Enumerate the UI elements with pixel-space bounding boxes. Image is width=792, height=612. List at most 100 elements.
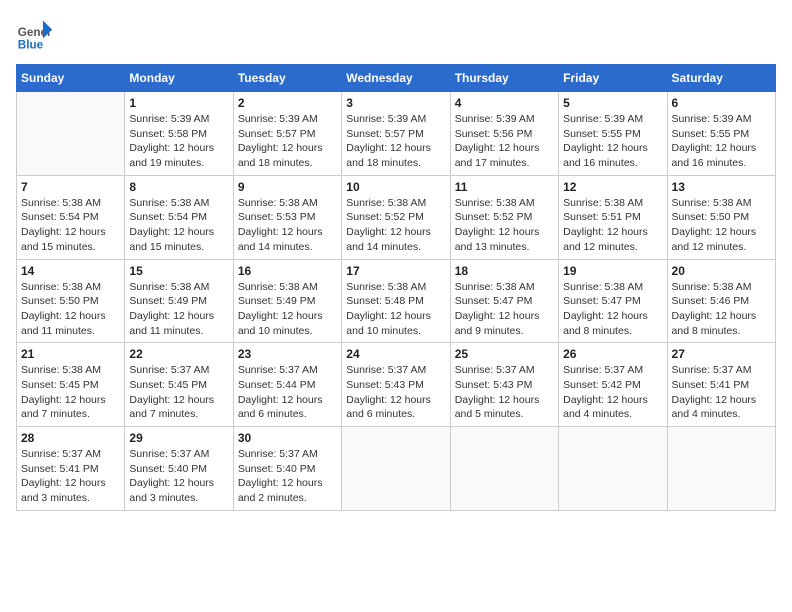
day-number: 13 <box>672 180 771 194</box>
calendar-cell: 14 Sunrise: 5:38 AM Sunset: 5:50 PM Dayli… <box>17 259 125 343</box>
day-number: 23 <box>238 347 337 361</box>
calendar-cell: 5Sunrise: 5:39 AM Sunset: 5:55 PM Daylig… <box>559 92 667 176</box>
calendar-cell: 25 Sunrise: 5:37 AM Sunset: 5:43 PM Dayli… <box>450 343 558 427</box>
day-number: 27 <box>672 347 771 361</box>
day-info: Sunrise: 5:38 AM Sunset: 5:52 PM Dayligh… <box>346 196 445 255</box>
day-info: Sunrise: 5:37 AM Sunset: 5:41 PM Dayligh… <box>21 447 120 506</box>
day-number: 8 <box>129 180 228 194</box>
calendar-cell: 4 Sunrise: 5:39 AM Sunset: 5:56 PM Daylig… <box>450 92 558 176</box>
day-info: Sunrise: 5:38 AM Sunset: 5:51 PM Dayligh… <box>563 196 662 255</box>
calendar-cell: 24Sunrise: 5:37 AM Sunset: 5:43 PM Dayli… <box>342 343 450 427</box>
day-info: Sunrise: 5:37 AM Sunset: 5:40 PM Dayligh… <box>238 447 337 506</box>
day-number: 19 <box>563 264 662 278</box>
day-number: 6 <box>672 96 771 110</box>
day-info: Sunrise: 5:38 AM Sunset: 5:50 PM Dayligh… <box>672 196 771 255</box>
calendar-cell <box>17 92 125 176</box>
calendar-table: SundayMondayTuesdayWednesdayThursdayFrid… <box>16 64 776 511</box>
day-info: Sunrise: 5:38 AM Sunset: 5:53 PM Dayligh… <box>238 196 337 255</box>
calendar-cell: 29 Sunrise: 5:37 AM Sunset: 5:40 PM Dayli… <box>125 427 233 511</box>
day-info: Sunrise: 5:38 AM Sunset: 5:54 PM Dayligh… <box>129 196 228 255</box>
day-info: Sunrise: 5:38 AM Sunset: 5:49 PM Dayligh… <box>129 280 228 339</box>
calendar-week-row: 21 Sunrise: 5:38 AM Sunset: 5:45 PM Dayli… <box>17 343 776 427</box>
calendar-cell: 30Sunrise: 5:37 AM Sunset: 5:40 PM Dayli… <box>233 427 341 511</box>
day-number: 11 <box>455 180 554 194</box>
logo: General Blue <box>16 16 56 52</box>
day-number: 28 <box>21 431 120 445</box>
day-number: 22 <box>129 347 228 361</box>
day-info: Sunrise: 5:37 AM Sunset: 5:40 PM Dayligh… <box>129 447 228 506</box>
day-number: 5 <box>563 96 662 110</box>
day-number: 21 <box>21 347 120 361</box>
calendar-cell: 9 Sunrise: 5:38 AM Sunset: 5:53 PM Daylig… <box>233 175 341 259</box>
day-number: 9 <box>238 180 337 194</box>
day-number: 3 <box>346 96 445 110</box>
svg-text:Blue: Blue <box>18 38 44 51</box>
calendar-cell <box>559 427 667 511</box>
calendar-cell: 26 Sunrise: 5:37 AM Sunset: 5:42 PM Dayli… <box>559 343 667 427</box>
day-info: Sunrise: 5:38 AM Sunset: 5:46 PM Dayligh… <box>672 280 771 339</box>
calendar-cell: 6 Sunrise: 5:39 AM Sunset: 5:55 PM Daylig… <box>667 92 775 176</box>
calendar-header-row: SundayMondayTuesdayWednesdayThursdayFrid… <box>17 65 776 92</box>
day-info: Sunrise: 5:37 AM Sunset: 5:41 PM Dayligh… <box>672 363 771 422</box>
day-info: Sunrise: 5:38 AM Sunset: 5:54 PM Dayligh… <box>21 196 120 255</box>
calendar-header-tuesday: Tuesday <box>233 65 341 92</box>
calendar-cell: 13 Sunrise: 5:38 AM Sunset: 5:50 PM Dayli… <box>667 175 775 259</box>
calendar-cell: 1 Sunrise: 5:39 AM Sunset: 5:58 PM Daylig… <box>125 92 233 176</box>
calendar-cell: 10Sunrise: 5:38 AM Sunset: 5:52 PM Dayli… <box>342 175 450 259</box>
logo-icon: General Blue <box>16 16 52 52</box>
day-info: Sunrise: 5:38 AM Sunset: 5:48 PM Dayligh… <box>346 280 445 339</box>
calendar-cell: 3Sunrise: 5:39 AM Sunset: 5:57 PM Daylig… <box>342 92 450 176</box>
calendar-cell: 19 Sunrise: 5:38 AM Sunset: 5:47 PM Dayli… <box>559 259 667 343</box>
day-info: Sunrise: 5:39 AM Sunset: 5:56 PM Dayligh… <box>455 112 554 171</box>
calendar-cell <box>667 427 775 511</box>
day-number: 14 <box>21 264 120 278</box>
calendar-cell: 2 Sunrise: 5:39 AM Sunset: 5:57 PM Daylig… <box>233 92 341 176</box>
calendar-header-thursday: Thursday <box>450 65 558 92</box>
calendar-cell: 8 Sunrise: 5:38 AM Sunset: 5:54 PM Daylig… <box>125 175 233 259</box>
day-info: Sunrise: 5:39 AM Sunset: 5:57 PM Dayligh… <box>238 112 337 171</box>
day-info: Sunrise: 5:38 AM Sunset: 5:45 PM Dayligh… <box>21 363 120 422</box>
day-info: Sunrise: 5:37 AM Sunset: 5:44 PM Dayligh… <box>238 363 337 422</box>
calendar-cell: 28 Sunrise: 5:37 AM Sunset: 5:41 PM Dayli… <box>17 427 125 511</box>
calendar-cell <box>450 427 558 511</box>
day-number: 1 <box>129 96 228 110</box>
day-info: Sunrise: 5:37 AM Sunset: 5:45 PM Dayligh… <box>129 363 228 422</box>
calendar-header-wednesday: Wednesday <box>342 65 450 92</box>
calendar-header-monday: Monday <box>125 65 233 92</box>
calendar-cell: 23 Sunrise: 5:37 AM Sunset: 5:44 PM Dayli… <box>233 343 341 427</box>
day-number: 4 <box>455 96 554 110</box>
calendar-cell: 7Sunrise: 5:38 AM Sunset: 5:54 PM Daylig… <box>17 175 125 259</box>
calendar-week-row: 7Sunrise: 5:38 AM Sunset: 5:54 PM Daylig… <box>17 175 776 259</box>
calendar-cell: 21 Sunrise: 5:38 AM Sunset: 5:45 PM Dayli… <box>17 343 125 427</box>
calendar-cell <box>342 427 450 511</box>
calendar-cell: 20 Sunrise: 5:38 AM Sunset: 5:46 PM Dayli… <box>667 259 775 343</box>
day-number: 12 <box>563 180 662 194</box>
calendar-cell: 11Sunrise: 5:38 AM Sunset: 5:52 PM Dayli… <box>450 175 558 259</box>
day-info: Sunrise: 5:38 AM Sunset: 5:47 PM Dayligh… <box>563 280 662 339</box>
calendar-week-row: 1 Sunrise: 5:39 AM Sunset: 5:58 PM Daylig… <box>17 92 776 176</box>
calendar-week-row: 28 Sunrise: 5:37 AM Sunset: 5:41 PM Dayli… <box>17 427 776 511</box>
day-info: Sunrise: 5:37 AM Sunset: 5:43 PM Dayligh… <box>346 363 445 422</box>
calendar-cell: 17 Sunrise: 5:38 AM Sunset: 5:48 PM Dayli… <box>342 259 450 343</box>
day-number: 25 <box>455 347 554 361</box>
calendar-header-saturday: Saturday <box>667 65 775 92</box>
day-info: Sunrise: 5:37 AM Sunset: 5:43 PM Dayligh… <box>455 363 554 422</box>
calendar-cell: 16Sunrise: 5:38 AM Sunset: 5:49 PM Dayli… <box>233 259 341 343</box>
day-info: Sunrise: 5:38 AM Sunset: 5:50 PM Dayligh… <box>21 280 120 339</box>
day-info: Sunrise: 5:39 AM Sunset: 5:58 PM Dayligh… <box>129 112 228 171</box>
calendar-header-sunday: Sunday <box>17 65 125 92</box>
day-number: 15 <box>129 264 228 278</box>
day-info: Sunrise: 5:37 AM Sunset: 5:42 PM Dayligh… <box>563 363 662 422</box>
calendar-header-friday: Friday <box>559 65 667 92</box>
calendar-cell: 15 Sunrise: 5:38 AM Sunset: 5:49 PM Dayli… <box>125 259 233 343</box>
day-number: 20 <box>672 264 771 278</box>
calendar-cell: 27 Sunrise: 5:37 AM Sunset: 5:41 PM Dayli… <box>667 343 775 427</box>
day-number: 29 <box>129 431 228 445</box>
calendar-cell: 12 Sunrise: 5:38 AM Sunset: 5:51 PM Dayli… <box>559 175 667 259</box>
calendar-cell: 18Sunrise: 5:38 AM Sunset: 5:47 PM Dayli… <box>450 259 558 343</box>
day-number: 2 <box>238 96 337 110</box>
day-number: 17 <box>346 264 445 278</box>
day-info: Sunrise: 5:38 AM Sunset: 5:49 PM Dayligh… <box>238 280 337 339</box>
day-number: 26 <box>563 347 662 361</box>
day-info: Sunrise: 5:39 AM Sunset: 5:55 PM Dayligh… <box>672 112 771 171</box>
